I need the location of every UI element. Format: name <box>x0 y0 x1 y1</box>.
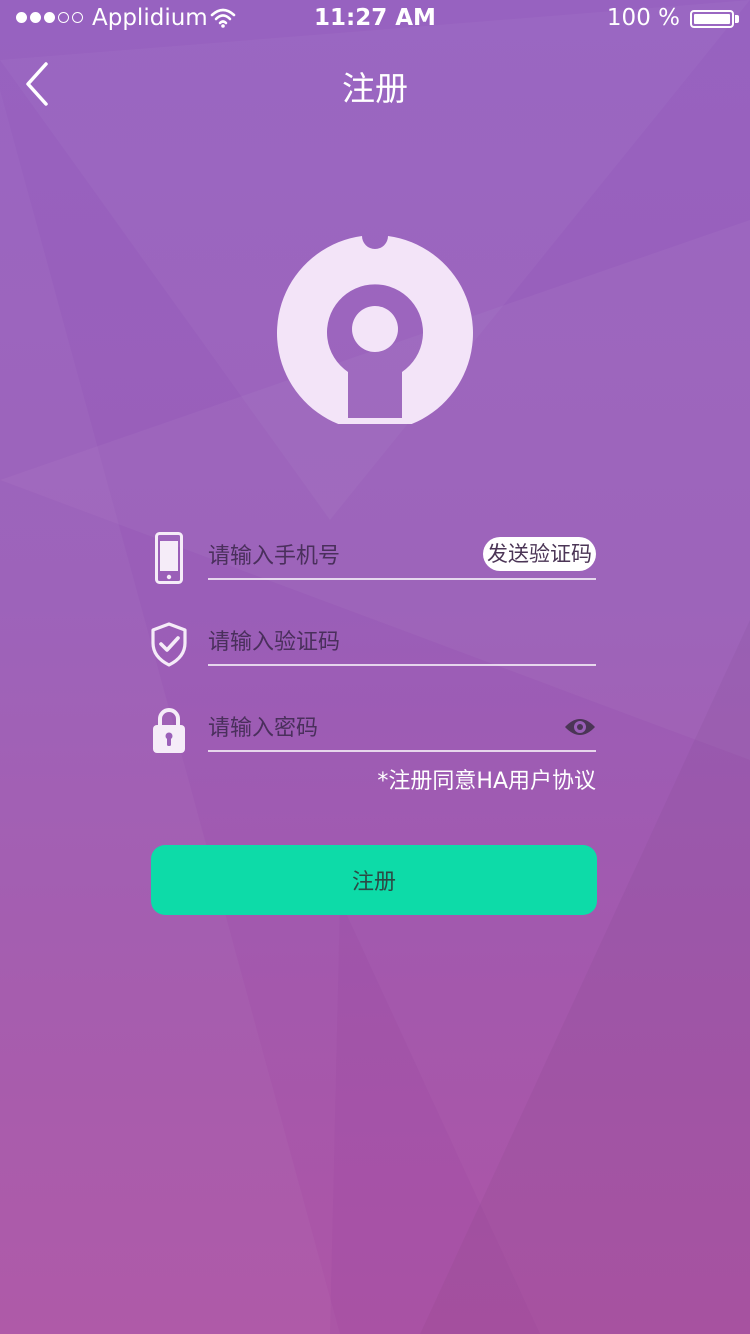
keyhole-logo-icon <box>277 236 473 424</box>
phone-icon <box>150 528 188 588</box>
page-title: 注册 <box>342 69 408 108</box>
status-bar: Applidium 11:27 AM 100 % <box>0 0 750 40</box>
send-code-button[interactable]: 发送验证码 <box>483 537 596 571</box>
user-agreement-link[interactable]: *注册同意HA用户协议 <box>377 763 596 795</box>
battery-percentage: 100 % <box>606 5 680 31</box>
phone-input[interactable] <box>208 534 458 578</box>
code-input[interactable] <box>208 620 458 664</box>
phone-field: 发送验证码 <box>150 528 596 592</box>
eye-icon[interactable] <box>564 716 596 738</box>
password-field <box>150 700 596 764</box>
phone-underline <box>208 578 596 580</box>
code-field <box>150 614 596 678</box>
password-input[interactable] <box>208 706 458 750</box>
lock-icon <box>150 700 188 760</box>
password-underline <box>208 750 596 752</box>
register-button[interactable]: 注册 <box>151 845 597 915</box>
shield-check-icon <box>150 614 188 674</box>
battery-icon <box>690 10 734 28</box>
battery-tip <box>735 15 739 23</box>
code-underline <box>208 664 596 666</box>
